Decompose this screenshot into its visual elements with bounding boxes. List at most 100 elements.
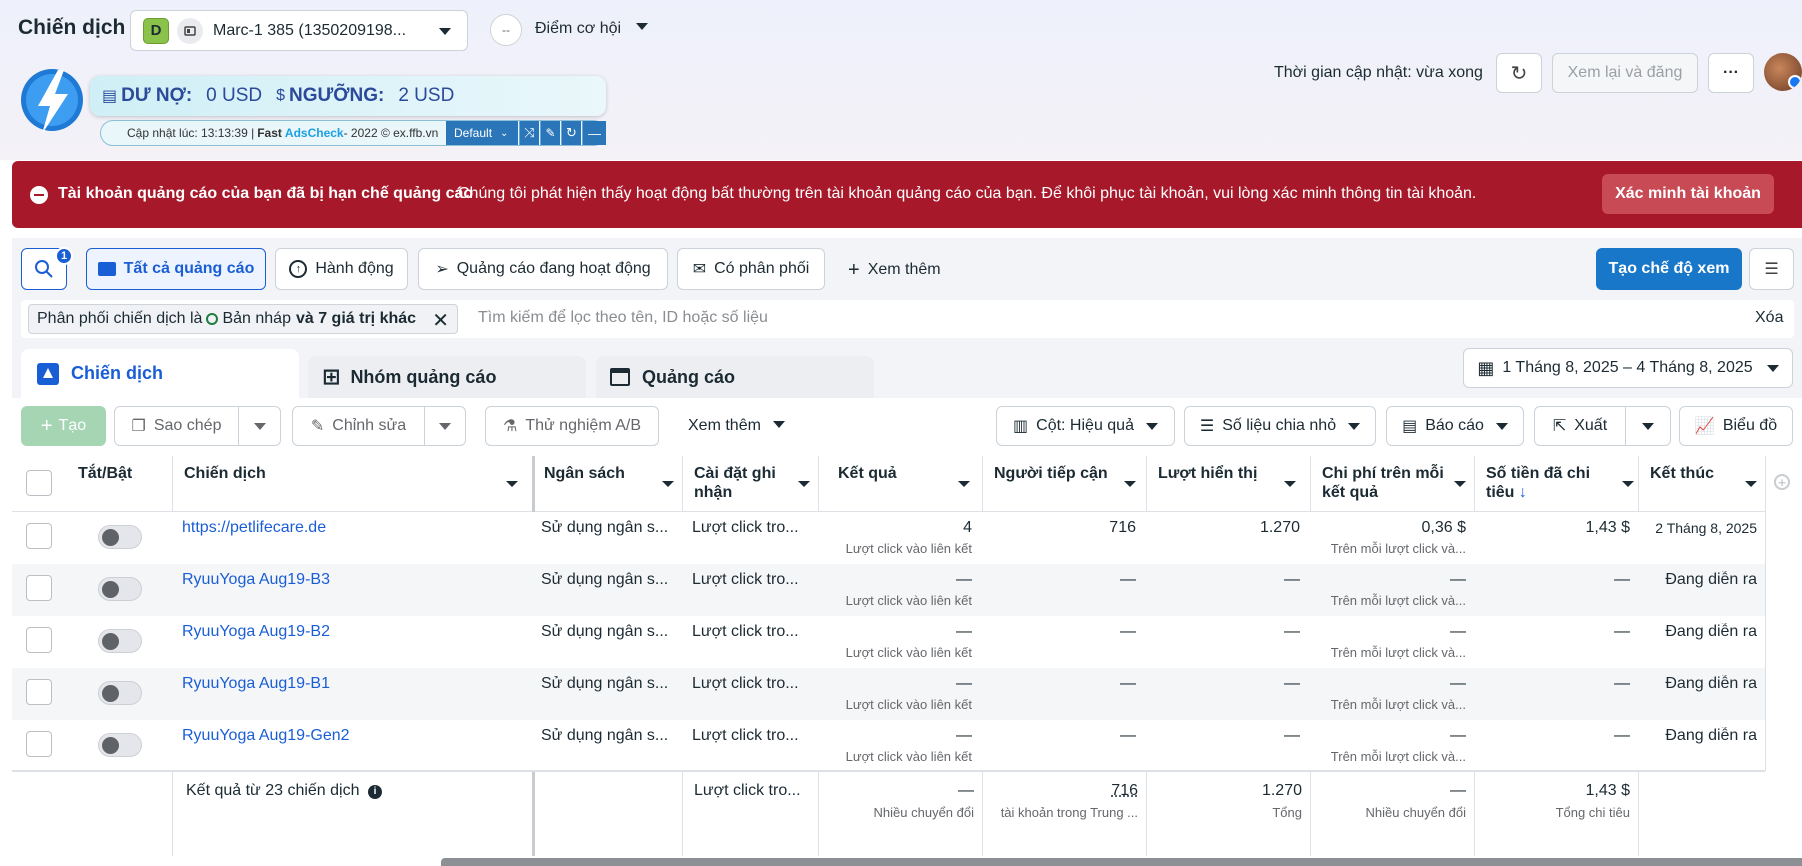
close-icon[interactable]: ✕ [432, 308, 449, 333]
breakdown-button[interactable]: ☰ Số liệu chia nhỏ [1184, 406, 1376, 446]
search-icon [35, 260, 53, 278]
chevron-down-icon [1766, 364, 1779, 372]
row-checkbox[interactable] [26, 679, 52, 705]
create-view-button[interactable]: Tạo chế độ xem [1596, 248, 1742, 290]
header-results[interactable]: Kết quả [828, 456, 980, 511]
duplicate-button[interactable]: ❐ Sao chép [114, 406, 239, 446]
calendar-icon: ▦ [1477, 357, 1495, 378]
chevron-down-icon [772, 421, 785, 428]
chip-actions[interactable]: ↑ Hành động [275, 248, 408, 290]
header-reach[interactable]: Người tiếp cận [984, 456, 1144, 511]
create-button[interactable]: + Tạo [21, 406, 106, 446]
account-selector[interactable]: D Marc-1 385 (1350209198... [130, 10, 468, 51]
row-checkbox[interactable] [26, 575, 52, 601]
cost-per-result-cell: — [1450, 571, 1466, 588]
header-amount-spent[interactable]: Số tiền đã chi tiêu ↓ [1476, 456, 1640, 511]
filter-search-input[interactable]: Tìm kiếm để lọc theo tên, ID hoặc số liệ… [478, 309, 768, 327]
opportunity-score-dropdown[interactable]: Điểm cơ hội [535, 20, 648, 38]
results-cell: 4 [963, 519, 972, 536]
refresh-icon[interactable]: ↻ [561, 121, 581, 145]
summary-impressions-sub: Tổng [1272, 805, 1302, 820]
clear-filters-link[interactable]: Xóa [1755, 309, 1783, 327]
header-impressions[interactable]: Lượt hiển thị [1148, 456, 1306, 511]
header-cost-per-result[interactable]: Chi phí trên mỗi kết quả [1312, 456, 1474, 511]
mode-select[interactable]: Default ⌄ [446, 121, 518, 145]
grid-icon: ⊞ [322, 364, 341, 389]
date-range-value: 1 Tháng 8, 2025 – 4 Tháng 8, 2025 [1502, 359, 1753, 376]
campaign-name-link[interactable]: RyuuYoga Aug19-B2 [182, 623, 522, 641]
campaign-toggle[interactable] [98, 681, 142, 705]
minimize-icon[interactable]: — [582, 121, 606, 145]
ab-test-button[interactable]: ⚗ Thử nghiệm A/B [485, 406, 659, 446]
campaign-name-link[interactable]: RyuuYoga Aug19-B1 [182, 675, 522, 693]
row-checkbox[interactable] [26, 731, 52, 757]
summary-amount-spent: 1,43 $ [1585, 782, 1630, 799]
export-menu-button[interactable] [1625, 406, 1671, 446]
see-more-filters[interactable]: + Xem thêm [848, 259, 941, 282]
row-checkbox[interactable] [26, 627, 52, 653]
summary-amount-spent-sub: Tổng chi tiêu [1555, 805, 1630, 820]
campaign-toggle[interactable] [98, 733, 142, 757]
more-options-button[interactable]: ··· [1708, 53, 1754, 93]
avatar[interactable] [1764, 53, 1802, 91]
date-range-picker[interactable]: ▦ 1 Tháng 8, 2025 – 4 Tháng 8, 2025 [1463, 348, 1793, 388]
results-sub-cell: Lượt click vào liên kết [845, 697, 972, 712]
review-publish-button[interactable]: Xem lại và đăng [1552, 53, 1698, 93]
verify-account-button[interactable]: Xác minh tài khoản [1602, 174, 1774, 214]
header-label: Cài đặt ghi nhận [694, 465, 776, 501]
header-budget[interactable]: Ngân sách [534, 456, 684, 511]
campaign-toggle[interactable] [98, 629, 142, 653]
draft-circle-icon [206, 313, 219, 325]
select-all-checkbox[interactable] [26, 470, 52, 496]
charts-button[interactable]: 📈 Biểu đồ [1679, 406, 1793, 446]
header-campaign[interactable]: Chiến dịch [174, 456, 530, 511]
active-filter-chip[interactable]: Phân phối chiến dịch là Bản nháp và 7 gi… [28, 304, 458, 334]
duplicate-label: Sao chép [153, 417, 222, 434]
reports-label: Báo cáo [1425, 417, 1484, 434]
campaign-name-link[interactable]: RyuuYoga Aug19-Gen2 [182, 727, 522, 745]
header-ends[interactable]: Kết thúc [1640, 456, 1765, 511]
summary-reach[interactable]: 716 [992, 782, 1138, 800]
chip-label: Có phân phối [714, 260, 810, 277]
info-icon[interactable]: i [367, 784, 382, 799]
campaign-name-link[interactable]: RyuuYoga Aug19-B3 [182, 571, 522, 589]
header-toggle[interactable]: Tắt/Bật [68, 456, 142, 511]
update-time: Cập nhật lúc: 13:13:39 | [127, 126, 255, 140]
upload-circle-icon: ↑ [289, 260, 308, 278]
chip-all-ads[interactable]: Tất cả quảng cáo [86, 248, 266, 290]
filter-settings-button[interactable]: ☰ [1749, 248, 1794, 290]
summary-cost-per-result: — [1450, 782, 1466, 799]
row-checkbox[interactable] [26, 523, 52, 549]
edit-button[interactable]: ✎ Chỉnh sửa [292, 406, 425, 446]
campaign-toggle[interactable] [98, 525, 142, 549]
summary-row: Kết quả từ 23 chiến dịch i [186, 782, 382, 800]
see-more-actions[interactable]: Xem thêm [688, 417, 785, 435]
send-icon: ➢ [435, 261, 449, 278]
horizontal-scrollbar[interactable] [441, 858, 1802, 866]
end-date-cell: Đang diễn ra [1665, 623, 1757, 640]
chevron-down-icon: ⌄ [500, 127, 509, 139]
edit-menu-button[interactable] [424, 406, 466, 446]
campaign-toggle[interactable] [98, 577, 142, 601]
tab-campaigns[interactable]: Chiến dịch [21, 349, 299, 398]
adscheck-label: AdsCheck [284, 126, 344, 140]
refresh-button[interactable]: ↻ [1496, 53, 1542, 93]
duplicate-menu-button[interactable] [238, 406, 281, 446]
chip-delivering[interactable]: ✉ Có phân phối [677, 248, 825, 290]
tab-ad-sets[interactable]: ⊞ Nhóm quảng cáo [308, 356, 586, 398]
columns-button[interactable]: ▥ Cột: Hiệu quả [996, 406, 1175, 446]
header-attribution[interactable]: Cài đặt ghi nhận [684, 456, 818, 511]
shuffle-icon[interactable]: ⤨ [519, 121, 539, 145]
reports-button[interactable]: ▤ Báo cáo [1386, 406, 1524, 446]
cost-per-result-cell: — [1450, 727, 1466, 744]
tab-ads[interactable]: Quảng cáo [596, 356, 874, 398]
cost-per-result-sub-cell: Trên mỗi lượt click và... [1330, 749, 1466, 764]
reach-cell: — [1120, 623, 1136, 640]
header-label: Lượt hiển thị [1158, 465, 1258, 482]
export-button[interactable]: ⇱ Xuất [1534, 406, 1626, 446]
edit-icon[interactable]: ✎ [540, 121, 560, 145]
add-column-icon[interactable]: + [1774, 474, 1790, 490]
chip-active-ads[interactable]: ➢ Quảng cáo đang hoạt động [418, 248, 668, 290]
sort-caret-icon [662, 481, 674, 487]
campaign-name-link[interactable]: https://petlifecare.de [182, 519, 522, 537]
